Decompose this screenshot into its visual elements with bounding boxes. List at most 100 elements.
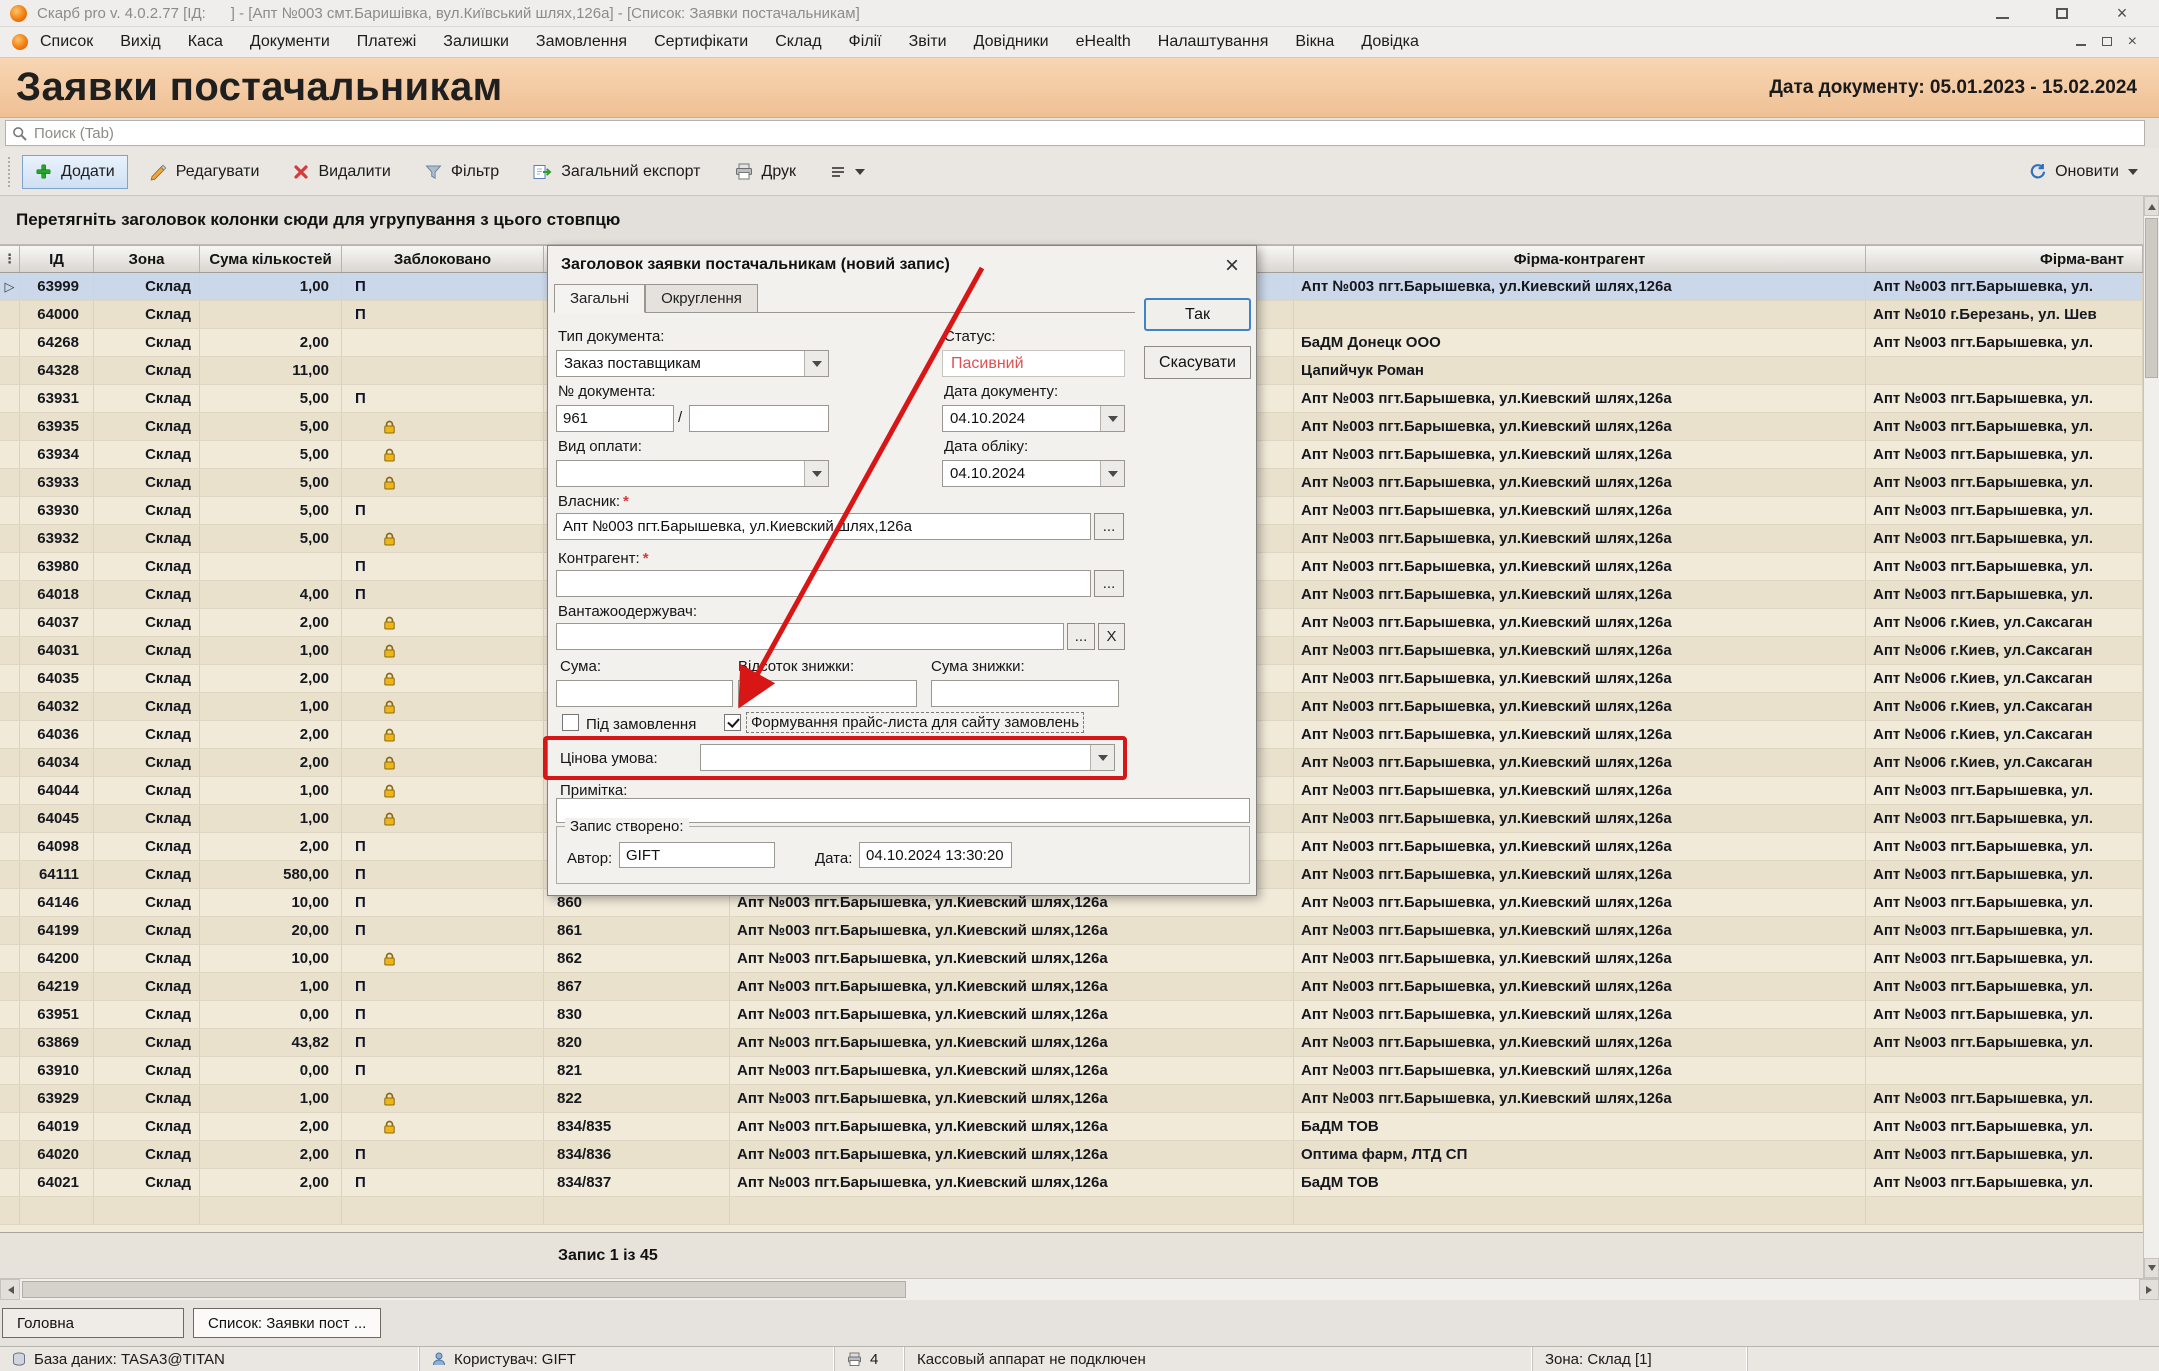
- column-header-zona[interactable]: Зона: [94, 246, 200, 272]
- mdi-minimize-button[interactable]: [2076, 35, 2086, 49]
- table-row[interactable]: 64019Склад2,00834/835Апт №003 пгт.Барыше…: [0, 1113, 2143, 1141]
- menu-item-4[interactable]: Документи: [250, 33, 330, 51]
- price-condition-select[interactable]: [700, 744, 1115, 771]
- cell-zona: Склад: [94, 329, 200, 357]
- table-row[interactable]: [0, 1197, 2143, 1225]
- dialog-close-icon[interactable]: ×: [1220, 252, 1244, 280]
- column-header-contragent[interactable]: Фірма-контрагент: [1294, 246, 1866, 272]
- cell-consignee: Апт №003 пгт.Барышевка, ул.: [1866, 917, 2143, 945]
- horizontal-scrollbar[interactable]: [0, 1278, 2159, 1300]
- column-header-blocked[interactable]: Заблоковано: [342, 246, 544, 272]
- column-header-consignee[interactable]: Фірма-вант: [1866, 246, 2143, 272]
- table-row[interactable]: 63929Склад1,00822Апт №003 пгт.Барышевка,…: [0, 1085, 2143, 1113]
- list-options-button[interactable]: [817, 155, 878, 188]
- menu-item-2[interactable]: Вихід: [120, 33, 161, 51]
- contragent-input[interactable]: [556, 570, 1091, 597]
- print-button[interactable]: Друк: [722, 155, 810, 189]
- consignee-picker-button[interactable]: ...: [1067, 623, 1095, 650]
- discount-pct-input[interactable]: [738, 680, 917, 707]
- table-row[interactable]: 64021Склад2,00П834/837Апт №003 пгт.Барыш…: [0, 1169, 2143, 1197]
- table-row[interactable]: 63869Склад43,82П820Апт №003 пгт.Барышевк…: [0, 1029, 2143, 1057]
- menu-item-10[interactable]: Філії: [849, 33, 882, 51]
- column-header-indicator[interactable]: ⋮: [0, 246, 20, 272]
- column-header-suma[interactable]: Сума кількостей: [200, 246, 342, 272]
- tab-holovna[interactable]: Головна: [2, 1308, 184, 1338]
- table-row[interactable]: 64200Склад10,00862Апт №003 пгт.Барышевка…: [0, 945, 2143, 973]
- menu-item-14[interactable]: Налаштування: [1158, 33, 1269, 51]
- under-order-checkbox[interactable]: [562, 714, 579, 731]
- consignee-clear-button[interactable]: X: [1098, 623, 1125, 650]
- acc-date-select[interactable]: 04.10.2024: [942, 460, 1125, 487]
- export-button[interactable]: Загальний експорт: [520, 155, 713, 189]
- vertical-scroll-thumb[interactable]: [2145, 218, 2158, 378]
- owner-input[interactable]: [556, 513, 1091, 540]
- created-date-input[interactable]: [859, 842, 1012, 868]
- close-button[interactable]: ×: [2109, 4, 2135, 22]
- cell-contragent: Апт №003 пгт.Барышевка, ул.Киевский шлях…: [1294, 693, 1866, 721]
- doc-number2-input[interactable]: [689, 405, 829, 432]
- delete-button[interactable]: Видалити: [280, 155, 403, 189]
- horizontal-scroll-thumb[interactable]: [22, 1281, 906, 1298]
- ok-button[interactable]: Так: [1144, 298, 1251, 331]
- vertical-scrollbar[interactable]: [2143, 196, 2159, 1278]
- pricelist-checkbox[interactable]: [724, 714, 741, 731]
- edit-button[interactable]: Редагувати: [136, 155, 273, 189]
- scroll-left-button[interactable]: [0, 1279, 20, 1300]
- menu-item-7[interactable]: Замовлення: [536, 33, 627, 51]
- table-row[interactable]: 64020Склад2,00П834/836Апт №003 пгт.Барыш…: [0, 1141, 2143, 1169]
- search-input[interactable]: [34, 125, 2144, 142]
- pay-type-select[interactable]: [556, 460, 829, 487]
- add-button[interactable]: Додати: [22, 155, 128, 189]
- suma-label: Сума:: [560, 658, 601, 675]
- cell-doc: 822: [544, 1085, 730, 1113]
- table-row[interactable]: 64219Склад1,00П867Апт №003 пгт.Барышевка…: [0, 973, 2143, 1001]
- contragent-picker-button[interactable]: ...: [1094, 570, 1124, 597]
- export-button-label: Загальний експорт: [561, 163, 700, 181]
- refresh-button[interactable]: Оновити: [2016, 155, 2151, 189]
- menu-item-12[interactable]: Довідники: [974, 33, 1049, 51]
- maximize-button[interactable]: [2049, 4, 2075, 22]
- menu-item-5[interactable]: Платежі: [357, 33, 417, 51]
- scroll-down-button[interactable]: [2144, 1258, 2159, 1278]
- table-row[interactable]: 63910Склад0,00П821Апт №003 пгт.Барышевка…: [0, 1057, 2143, 1085]
- mdi-close-button[interactable]: ×: [2128, 35, 2137, 49]
- menu-item-1[interactable]: Список: [40, 33, 93, 51]
- author-input[interactable]: [619, 842, 775, 868]
- doc-date-select[interactable]: 04.10.2024: [942, 405, 1125, 432]
- table-row[interactable]: 63951Склад0,00П830Апт №003 пгт.Барышевка…: [0, 1001, 2143, 1029]
- mdi-restore-button[interactable]: [2102, 35, 2112, 49]
- dialog-tabs: Загальні Округлення: [554, 284, 758, 313]
- owner-picker-button[interactable]: ...: [1094, 513, 1124, 540]
- cell-blocked: [342, 637, 544, 665]
- menu-item-16[interactable]: Довідка: [1361, 33, 1419, 51]
- menu-item-15[interactable]: Вікна: [1295, 33, 1334, 51]
- menu-item-6[interactable]: Залишки: [443, 33, 509, 51]
- doc-type-select[interactable]: Заказ поставщикам: [556, 350, 829, 377]
- table-row[interactable]: 64199Склад20,00П861Апт №003 пгт.Барышевк…: [0, 917, 2143, 945]
- cell-id: 64045: [20, 805, 94, 833]
- menu-item-8[interactable]: Сертифікати: [654, 33, 748, 51]
- filter-button[interactable]: Фільтр: [412, 155, 512, 189]
- dialog-tab-okruhlennia[interactable]: Округлення: [645, 284, 758, 313]
- menu-item-9[interactable]: Склад: [775, 33, 821, 51]
- menu-item-13[interactable]: eHealth: [1076, 33, 1131, 51]
- minimize-button[interactable]: [1989, 4, 2015, 22]
- menu-item-3[interactable]: Каса: [188, 33, 223, 51]
- discount-sum-input[interactable]: [931, 680, 1119, 707]
- cancel-button[interactable]: Скасувати: [1144, 346, 1251, 379]
- scroll-up-button[interactable]: [2144, 196, 2159, 216]
- group-by-hint[interactable]: Перетягніть заголовок колонки сюди для у…: [0, 196, 2143, 245]
- consignee-input[interactable]: [556, 623, 1064, 650]
- cell-contragent: БаДМ Донецк ООО: [1294, 329, 1866, 357]
- cell-suma: 5,00: [200, 525, 342, 553]
- dialog-tab-zagalni[interactable]: Загальні: [554, 284, 645, 313]
- suma-input[interactable]: [556, 680, 733, 707]
- doc-number-input[interactable]: [556, 405, 674, 432]
- cell-consignee: [1866, 1057, 2143, 1085]
- scroll-right-button[interactable]: [2139, 1279, 2159, 1300]
- tab-spysok-zaiavky[interactable]: Список: Заявки пост ...: [193, 1308, 381, 1338]
- menu-item-11[interactable]: Звіти: [909, 33, 947, 51]
- cell-id: 64037: [20, 609, 94, 637]
- cell-id: 63931: [20, 385, 94, 413]
- column-header-id[interactable]: ІД: [20, 246, 94, 272]
